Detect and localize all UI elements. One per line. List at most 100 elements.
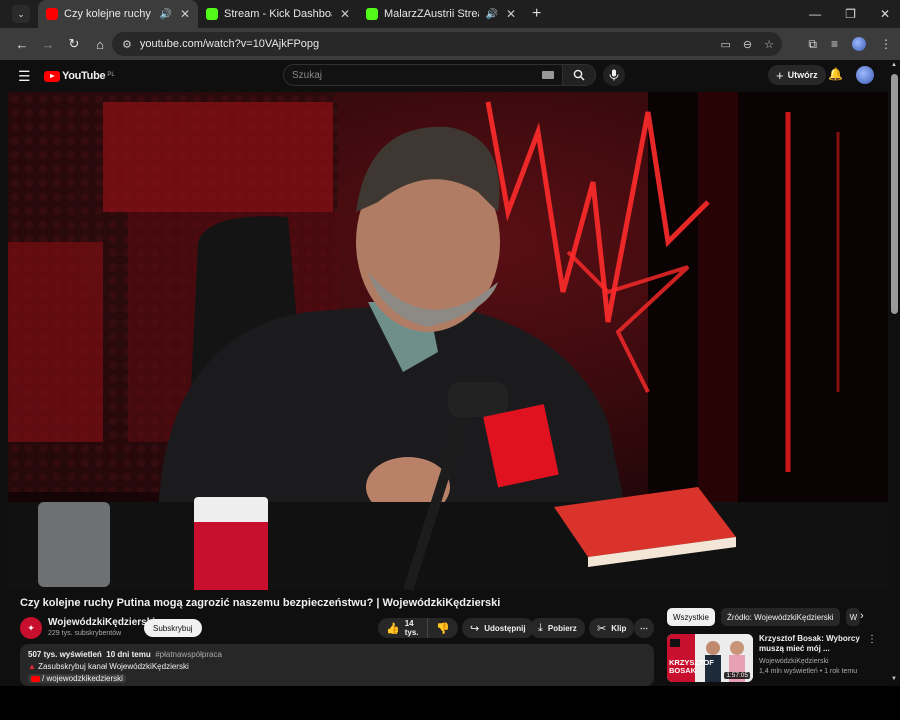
chip-partial[interactable]: W — [845, 608, 860, 626]
share-icon: ↪ — [470, 622, 480, 635]
video-frame — [8, 92, 888, 590]
home-icon[interactable]: ⌂ — [88, 32, 112, 56]
tab-title: Stream - Kick Dashboard — [224, 8, 332, 20]
kick-favicon — [366, 8, 378, 20]
description-text: Zasubskrybuj kanał WojewódzkiKędzierski — [38, 662, 189, 671]
minimize-icon[interactable]: — — [809, 7, 821, 21]
clip-button[interactable]: ✂ Klip — [589, 618, 635, 638]
chip-all[interactable]: Wszystkie — [667, 608, 715, 626]
youtube-play-icon — [44, 70, 60, 82]
scroll-up-icon[interactable]: ▲ — [891, 62, 897, 68]
browser-menu-icon[interactable]: ⋮ — [880, 37, 892, 51]
scrollbar-thumb[interactable] — [891, 74, 898, 314]
youtube-logo[interactable]: YouTube PL — [44, 70, 115, 82]
share-label: Udostępnij — [484, 623, 526, 633]
description-meta: 507 tys. wyświetleń 10 dni temu #płatnaw… — [28, 650, 646, 659]
description-line: ▲ Zasubskrybuj kanał WojewódzkiKędziersk… — [28, 662, 646, 671]
forward-icon[interactable]: → — [36, 32, 60, 56]
cast-icon[interactable]: ▭ — [721, 38, 731, 51]
more-actions-button[interactable]: ⋯ — [634, 618, 654, 638]
create-button[interactable]: + Utwórz — [768, 65, 826, 85]
browser-tab-strip: ⌄ Czy kolejne ruchy Putina mo 🔊 ✕ Stream… — [0, 0, 900, 28]
speaker-icon[interactable]: 🔊 — [485, 9, 497, 20]
taskbar-area — [0, 686, 900, 720]
logo-text: YouTube — [62, 70, 106, 82]
upload-age: 10 dni temu — [106, 650, 151, 659]
search-icon — [573, 69, 585, 81]
view-count: 507 tys. wyświetleń — [28, 650, 102, 659]
like-count: 14 tys. — [404, 619, 419, 637]
account-avatar[interactable] — [856, 66, 874, 84]
recommended-meta: 1,4 mln wyświetleń • 1 rok temu — [759, 668, 858, 675]
restore-icon[interactable]: ❐ — [845, 7, 856, 21]
description-box[interactable]: 507 tys. wyświetleń 10 dni temu #płatnaw… — [20, 644, 654, 686]
chevron-right-icon[interactable]: › — [860, 610, 864, 622]
recommended-video[interactable]: KRZYSZTOF BOSAK 1:57:05 Krzysztof Bosak:… — [667, 634, 877, 684]
search-button[interactable] — [562, 64, 596, 86]
tab-title: MalarzZAustrii Stream - Wa — [384, 8, 479, 20]
search-placeholder: Szukaj — [292, 69, 323, 81]
download-icon: ⤓ — [538, 621, 543, 634]
profile-avatar[interactable] — [852, 37, 866, 51]
plus-icon: + — [776, 67, 784, 83]
kick-favicon — [206, 8, 218, 20]
microphone-icon — [609, 69, 619, 81]
notifications-bell-icon[interactable]: 🔔 — [828, 67, 843, 81]
filter-chips: Wszystkie Źródło: WojewódzkiKędzierski W — [667, 608, 860, 626]
tab-search-button[interactable]: ⌄ — [12, 5, 30, 23]
more-vertical-icon[interactable]: ⋮ — [867, 634, 877, 645]
search-input[interactable]: Szukaj — [283, 64, 563, 86]
close-tab-icon[interactable]: ✕ — [506, 7, 516, 21]
close-window-icon[interactable]: ✕ — [880, 7, 890, 21]
tab-title: Czy kolejne ruchy Putina mo — [64, 8, 153, 20]
page-scrollbar[interactable]: ▲ ▼ — [889, 60, 900, 686]
youtube-header: ☰ YouTube PL Szukaj + Utwórz 🔔 — [0, 60, 900, 92]
extensions-icon[interactable]: ⧉ — [808, 37, 817, 52]
reload-icon[interactable]: ↻ — [62, 32, 86, 56]
back-icon[interactable]: ← — [10, 32, 34, 56]
recommended-channel[interactable]: WojewódzkiKędzierski — [759, 658, 829, 665]
address-bar[interactable]: ⚙ youtube.com/watch?v=10VAjkFPopg ▭ ⊖ ☆ — [112, 32, 782, 56]
new-tab-icon[interactable]: + — [532, 5, 541, 23]
close-tab-icon[interactable]: ✕ — [180, 7, 190, 21]
create-label: Utwórz — [787, 70, 818, 80]
video-player[interactable] — [8, 92, 888, 590]
recommended-thumbnail[interactable]: KRZYSZTOF BOSAK 1:57:05 — [667, 634, 753, 682]
speaker-icon[interactable]: 🔊 — [159, 9, 171, 20]
hashtag[interactable]: #płatnawspółpraca — [155, 650, 222, 659]
thumbnail-text-line: BOSAK — [669, 666, 697, 675]
thumbs-up-icon: 👍 — [386, 622, 400, 635]
youtube-favicon — [46, 8, 58, 20]
keyboard-icon[interactable] — [542, 71, 554, 79]
site-info-icon[interactable]: ⚙ — [122, 38, 132, 51]
like-button[interactable]: 👍 14 tys. — [378, 618, 429, 638]
browser-toolbar: ← → ↻ ⌂ ⚙ youtube.com/watch?v=10VAjkFPop… — [0, 28, 900, 60]
url-text: youtube.com/watch?v=10VAjkFPopg — [139, 38, 320, 50]
video-duration: 1:57:05 — [724, 672, 750, 679]
media-control-icon[interactable]: ≡ — [831, 37, 838, 51]
channel-avatar[interactable]: ✦ — [20, 617, 42, 639]
youtube-small-icon — [31, 675, 40, 682]
subscribe-button[interactable]: Subskrybuj — [144, 619, 202, 637]
chip-source[interactable]: Źródło: WojewódzkiKędzierski — [721, 608, 840, 626]
bookmark-star-icon[interactable]: ☆ — [764, 38, 774, 51]
share-button[interactable]: ↪ Udostępnij — [462, 618, 534, 638]
zoom-icon[interactable]: ⊖ — [743, 38, 752, 51]
scroll-down-icon[interactable]: ▼ — [891, 676, 897, 682]
tab-malarz-stream[interactable]: MalarzZAustrii Stream - Wa 🔊 ✕ — [358, 0, 524, 28]
clip-label: Klip — [611, 623, 627, 633]
like-dislike-group: 👍 14 tys. 👎 — [378, 618, 458, 638]
tab-kick-dashboard[interactable]: Stream - Kick Dashboard ✕ — [198, 0, 358, 28]
channel-handle-link[interactable]: / wojewodzkikedzierski — [28, 674, 126, 683]
recommended-title[interactable]: Krzysztof Bosak: Wyborcy muszą mieć mój … — [759, 634, 869, 654]
channel-handle: / wojewodzkikedzierski — [42, 674, 123, 683]
warning-icon: ▲ — [28, 662, 36, 671]
thumbs-down-icon[interactable]: 👎 — [428, 622, 458, 635]
close-tab-icon[interactable]: ✕ — [340, 7, 350, 21]
hamburger-menu-icon[interactable]: ☰ — [18, 68, 38, 85]
thumbnail-text: KRZYSZTOF BOSAK — [669, 659, 714, 675]
download-button[interactable]: ⤓ Pobierz — [530, 618, 585, 638]
channel-name[interactable]: WojewódzkiKędzierski — [48, 617, 155, 628]
tab-youtube[interactable]: Czy kolejne ruchy Putina mo 🔊 ✕ — [38, 0, 198, 28]
voice-search-button[interactable] — [603, 64, 625, 86]
